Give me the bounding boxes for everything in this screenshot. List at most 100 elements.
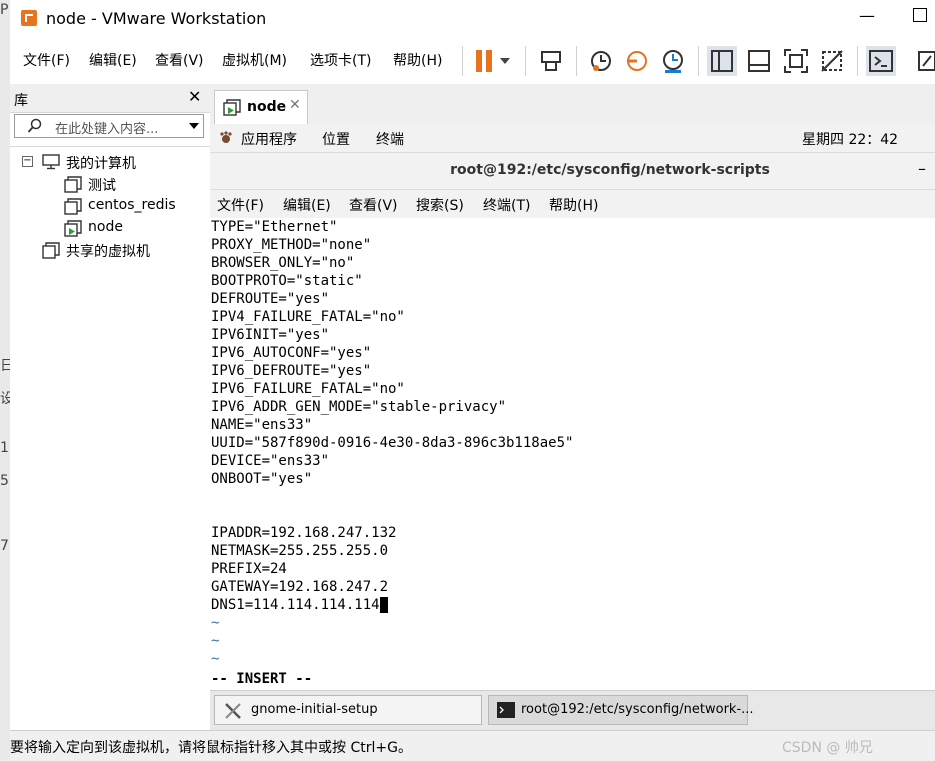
taskbar-item-gnome-initial-setup[interactable]: gnome-initial-setup: [214, 695, 482, 725]
vm-running-icon: [64, 220, 82, 237]
terminal-line: NAME="ens33": [211, 417, 313, 433]
pause-icon[interactable]: [470, 46, 500, 76]
revert-snapshot-icon[interactable]: [622, 46, 652, 76]
status-bar: 要将输入定向到该虚拟机，请将鼠标指针移入其中或按 Ctrl+G。 CSDN @ …: [10, 730, 935, 761]
gnome-top-bar: 应用程序 位置 终端 星期四 22：42: [210, 124, 935, 153]
vmware-window: node - VMware Workstation — 文件(F) 编辑(E) …: [10, 0, 935, 761]
terminal-title-bar: root@192:/etc/sysconfig/network-scripts …: [210, 153, 935, 190]
vm-icon: [64, 198, 82, 215]
tree-label: node: [88, 219, 123, 235]
gnome-terminal-menu[interactable]: 终端: [376, 129, 404, 149]
term-menu-file[interactable]: 文件(F): [217, 195, 264, 215]
tab-node[interactable]: node ✕: [214, 90, 308, 124]
term-menu-help[interactable]: 帮助(H): [549, 195, 598, 215]
terminal-line: IPADDR=192.168.247.132: [211, 525, 397, 541]
terminal-line: NETMASK=255.255.255.0: [211, 543, 389, 559]
gnome-places-menu[interactable]: 位置: [322, 129, 350, 149]
terminal-icon: [497, 702, 515, 718]
tree-item-my-computer[interactable]: − 我的计算机: [20, 152, 210, 174]
gnome-taskbar: gnome-initial-setup root@192:/etc/syscon…: [210, 690, 935, 731]
tree-label: 共享的虚拟机: [66, 244, 150, 260]
library-search-input[interactable]: 在此处键入内容...: [14, 114, 204, 138]
term-menu-edit[interactable]: 编辑(E): [283, 195, 331, 215]
library-tree: − 我的计算机 测试 centos_redis node 共享的虚拟机: [10, 146, 210, 727]
gnome-foot-icon: [220, 131, 232, 143]
terminal-line: IPV6_FAILURE_FATAL="no": [211, 381, 405, 397]
tab-label: node: [247, 99, 287, 115]
taskbar-label: gnome-initial-setup: [251, 702, 378, 717]
show-library-icon[interactable]: [707, 46, 737, 76]
maximize-button[interactable]: [913, 8, 927, 22]
menu-toolbar: 文件(F) 编辑(E) 查看(V) 虚拟机(M) 选项卡(T) 帮助(H): [10, 38, 935, 84]
vim-tilde: ~: [211, 633, 220, 649]
title-bar: node - VMware Workstation —: [10, 0, 935, 38]
snapshot-manager-icon[interactable]: [658, 46, 688, 76]
terminal-body[interactable]: TYPE="Ethernet" PROXY_METHOD="none" BROW…: [210, 218, 935, 690]
computer-icon: [42, 154, 60, 170]
terminal-line: UUID="587f890d-0916-4e30-8da3-896c3b118a…: [211, 435, 574, 451]
vmware-logo-icon: [21, 10, 37, 26]
tab-close-icon[interactable]: ✕: [289, 97, 301, 113]
tree-item-vm-centos-redis[interactable]: centos_redis: [64, 196, 210, 218]
stretch-guest-icon[interactable]: [915, 46, 935, 76]
gnome-clock[interactable]: 星期四 22：42: [802, 129, 898, 149]
term-menu-terminal[interactable]: 终端(T): [483, 195, 530, 215]
terminal-line: PREFIX=24: [211, 561, 287, 577]
gnome-applications-menu[interactable]: 应用程序: [241, 129, 297, 149]
terminal-title: root@192:/etc/sysconfig/network-scripts: [450, 162, 770, 178]
menu-vm[interactable]: 虚拟机(M): [222, 50, 287, 70]
menu-file[interactable]: 文件(F): [23, 50, 70, 70]
terminal-minimize-button[interactable]: –: [918, 159, 926, 178]
toolbar-separator: [576, 46, 577, 76]
toolbar-separator: [525, 46, 526, 76]
term-menu-search[interactable]: 搜索(S): [416, 195, 464, 215]
collapse-icon[interactable]: −: [22, 156, 33, 167]
tab-strip: node ✕: [210, 84, 935, 125]
search-icon: [27, 118, 42, 133]
taskbar-item-terminal[interactable]: root@192:/etc/sysconfig/network-...: [488, 695, 754, 725]
taskbar-label: root@192:/etc/sysconfig/network-...: [521, 702, 754, 717]
menu-view[interactable]: 查看(V): [155, 50, 204, 70]
terminal-line: PROXY_METHOD="none": [211, 237, 372, 253]
menu-edit[interactable]: 编辑(E): [89, 50, 137, 70]
menu-tabs[interactable]: 选项卡(T): [310, 50, 371, 70]
tree-item-vm-node[interactable]: node: [64, 218, 210, 240]
tree-label: centos_redis: [88, 197, 176, 213]
terminal-menu-bar: 文件(F) 编辑(E) 查看(V) 搜索(S) 终端(T) 帮助(H): [210, 190, 935, 219]
tree-item-vm-test[interactable]: 测试: [64, 174, 210, 196]
search-dropdown-icon[interactable]: [188, 121, 200, 131]
tools-icon: [225, 703, 241, 719]
vm-display[interactable]: 应用程序 位置 终端 星期四 22：42 root@192:/etc/sysco…: [210, 124, 935, 731]
terminal-line-cursor: DNS1=114.114.114.114_: [211, 596, 389, 614]
thumbnail-bar-icon[interactable]: [744, 46, 774, 76]
library-close-button[interactable]: ✕: [188, 87, 201, 106]
toolbar-separator: [698, 46, 699, 76]
terminal-line: IPV6INIT="yes": [211, 327, 330, 343]
menu-help[interactable]: 帮助(H): [393, 50, 442, 70]
window-title: node - VMware Workstation: [46, 9, 267, 28]
status-text: 要将输入定向到该虚拟机，请将鼠标指针移入其中或按 Ctrl+G。: [10, 740, 412, 756]
console-view-icon[interactable]: [866, 46, 896, 76]
toolbar-separator: [462, 46, 463, 76]
snapshot-icon[interactable]: [586, 46, 616, 76]
terminal-line: IPV6_DEFROUTE="yes": [211, 363, 372, 379]
terminal-line: DEFROUTE="yes": [211, 291, 330, 307]
term-menu-view[interactable]: 查看(V): [349, 195, 398, 215]
power-dropdown-icon[interactable]: [497, 46, 513, 76]
send-ctrl-alt-del-icon[interactable]: [536, 46, 566, 76]
vm-running-icon: [223, 99, 241, 116]
tree-label: 我的计算机: [66, 156, 136, 172]
search-placeholder: 在此处键入内容...: [55, 122, 159, 137]
minimize-button[interactable]: —: [855, 6, 879, 30]
terminal-line: IPV4_FAILURE_FATAL="no": [211, 309, 405, 325]
terminal-line: GATEWAY=192.168.247.2: [211, 579, 389, 595]
tree-label: 测试: [88, 178, 116, 194]
terminal-line: ONBOOT="yes": [211, 471, 313, 487]
terminal-line: IPV6_AUTOCONF="yes": [211, 345, 372, 361]
tree-item-shared-vms[interactable]: 共享的虚拟机: [42, 240, 210, 262]
toolbar-separator: [857, 46, 858, 76]
terminal-line: IPV6_ADDR_GEN_MODE="stable-privacy": [211, 399, 507, 415]
full-screen-icon[interactable]: [781, 46, 811, 76]
unity-mode-icon[interactable]: [817, 46, 847, 76]
watermark: CSDN @ 帅兄: [782, 740, 873, 756]
